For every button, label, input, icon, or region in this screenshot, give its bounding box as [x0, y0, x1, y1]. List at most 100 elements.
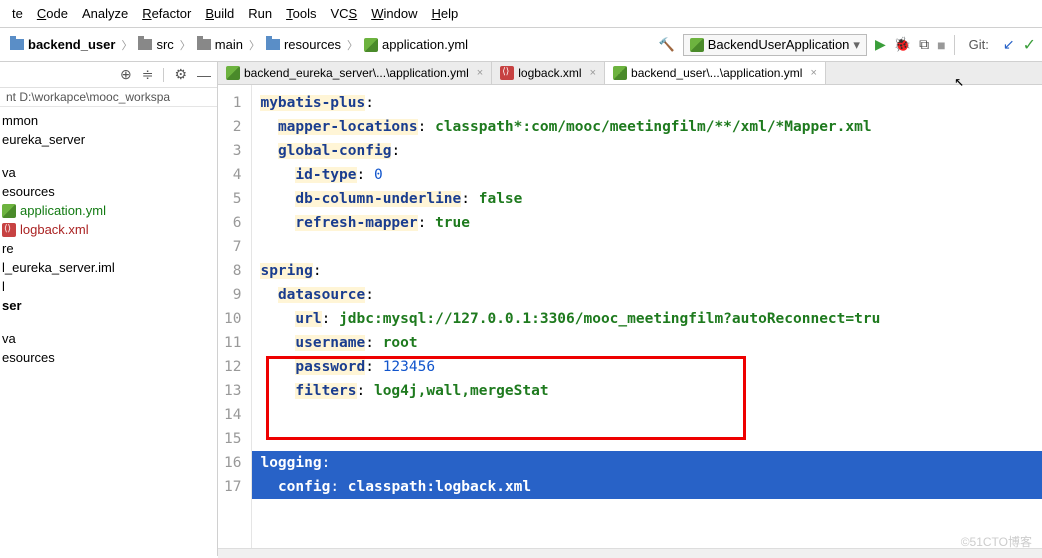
code-line-17[interactable]: config: classpath:logback.xml: [252, 475, 1042, 499]
tree-item[interactable]: re: [0, 239, 217, 258]
code-line-6[interactable]: refresh-mapper: true: [252, 211, 1042, 235]
tree-label: esources: [2, 350, 55, 365]
tree-label: re: [2, 241, 14, 256]
code-line-1[interactable]: mybatis-plus:: [252, 91, 1042, 115]
code-line-10[interactable]: url: jdbc:mysql://127.0.0.1:3306/mooc_me…: [252, 307, 1042, 331]
project-sidebar: ⊕ ≑ ⚙ — nt D:\workapce\mooc_workspa mmon…: [0, 62, 218, 556]
tree-label: esources: [2, 184, 55, 199]
menu-code[interactable]: Code: [31, 4, 74, 23]
code-line-8[interactable]: spring:: [252, 259, 1042, 283]
tab-label: logback.xml: [518, 66, 581, 80]
folder-icon: [197, 39, 211, 50]
code-area[interactable]: ↖ mybatis-plus: mapper-locations: classp…: [252, 85, 1042, 556]
tree-label: l_eureka_server.iml: [2, 260, 115, 275]
menu-tools[interactable]: Tools: [280, 4, 322, 23]
close-icon[interactable]: ×: [473, 67, 483, 79]
tree-label: eureka_server: [2, 132, 85, 147]
close-icon[interactable]: ×: [806, 67, 816, 79]
tree-label: l: [2, 279, 5, 294]
git-commit-button[interactable]: ✓: [1023, 35, 1036, 55]
code-line-11[interactable]: username: root: [252, 331, 1042, 355]
run-config-selector[interactable]: BackendUserApplication ▾: [683, 34, 867, 56]
debug-button[interactable]: 🐞: [894, 36, 911, 53]
tree-item[interactable]: l_eureka_server.iml: [0, 258, 217, 277]
menu-build[interactable]: Build: [199, 4, 240, 23]
xml-icon: [500, 66, 514, 80]
menu-analyze[interactable]: Analyze: [76, 4, 134, 23]
chevron-down-icon: ▾: [853, 37, 860, 53]
code-editor[interactable]: 1234567891011121314151617 ↖ mybatis-plus…: [218, 85, 1042, 556]
menu-help[interactable]: Help: [425, 4, 464, 23]
menu-window[interactable]: Window: [365, 4, 423, 23]
stop-button[interactable]: ■: [937, 37, 945, 53]
line-gutter: 1234567891011121314151617: [218, 85, 252, 556]
code-line-12[interactable]: password: 123456: [252, 355, 1042, 379]
tree-item[interactable]: [0, 315, 217, 329]
breadcrumb: backend_user〉src〉main〉resources〉applicat…: [6, 37, 472, 53]
collapse-icon[interactable]: ≑: [142, 66, 154, 83]
menu-te[interactable]: te: [6, 4, 29, 23]
code-line-3[interactable]: global-config:: [252, 139, 1042, 163]
tree-label: logback.xml: [20, 222, 89, 237]
git-pull-button[interactable]: ↙: [1003, 36, 1015, 53]
main-menu: teCodeAnalyzeRefactorBuildRunToolsVCSWin…: [0, 0, 1042, 28]
code-line-16[interactable]: logging:: [252, 451, 1042, 475]
spring-icon: [690, 38, 704, 52]
crumb-application.yml[interactable]: application.yml: [382, 37, 468, 52]
tree-item[interactable]: ser: [0, 296, 217, 315]
tree-item[interactable]: l: [0, 277, 217, 296]
tree-item[interactable]: application.yml: [0, 201, 217, 220]
xml-icon: [2, 223, 16, 237]
nav-toolbar: backend_user〉src〉main〉resources〉applicat…: [0, 28, 1042, 62]
code-line-2[interactable]: mapper-locations: classpath*:com/mooc/me…: [252, 115, 1042, 139]
tree-item[interactable]: esources: [0, 348, 217, 367]
tree-item[interactable]: mmon: [0, 111, 217, 130]
tree-label: va: [2, 331, 16, 346]
code-line-4[interactable]: id-type: 0: [252, 163, 1042, 187]
main-area: ⊕ ≑ ⚙ — nt D:\workapce\mooc_workspa mmon…: [0, 62, 1042, 556]
yml-icon: [2, 204, 16, 218]
menu-run[interactable]: Run: [242, 4, 278, 23]
editor-tab[interactable]: logback.xml ×: [492, 62, 605, 84]
yml-icon: [613, 66, 627, 80]
editor-tabs: backend_eureka_server\...\application.ym…: [218, 62, 1042, 85]
tree-item[interactable]: logback.xml: [0, 220, 217, 239]
crumb-src[interactable]: src: [156, 37, 173, 52]
crumb-backend_user[interactable]: backend_user: [28, 37, 115, 52]
yml-icon: [364, 38, 378, 52]
tree-item[interactable]: va: [0, 329, 217, 348]
tree-item[interactable]: esources: [0, 182, 217, 201]
code-line-15[interactable]: [252, 427, 1042, 451]
tree-label: ser: [2, 298, 22, 313]
project-path: nt D:\workapce\mooc_workspa: [0, 88, 217, 107]
close-icon[interactable]: ×: [586, 67, 596, 79]
run-button[interactable]: ▶: [875, 36, 886, 53]
coverage-button[interactable]: ⧉: [919, 36, 929, 53]
horizontal-scrollbar[interactable]: [218, 548, 1042, 558]
tree-item[interactable]: eureka_server: [0, 130, 217, 149]
gear-icon[interactable]: ⚙: [174, 66, 187, 83]
code-line-5[interactable]: db-column-underline: false: [252, 187, 1042, 211]
crumb-resources[interactable]: resources: [284, 37, 341, 52]
code-line-9[interactable]: datasource:: [252, 283, 1042, 307]
build-icon[interactable]: 🔨: [659, 37, 675, 53]
yml-icon: [226, 66, 240, 80]
target-icon[interactable]: ⊕: [120, 66, 132, 83]
git-label: Git:: [963, 37, 995, 52]
run-config-label: BackendUserApplication: [708, 37, 850, 52]
tab-label: backend_eureka_server\...\application.ym…: [244, 66, 469, 80]
tree-item[interactable]: [0, 149, 217, 163]
crumb-main[interactable]: main: [215, 37, 243, 52]
hide-icon[interactable]: —: [197, 67, 211, 83]
code-line-7[interactable]: [252, 235, 1042, 259]
tree-label: va: [2, 165, 16, 180]
code-line-13[interactable]: filters: log4j,wall,mergeStat: [252, 379, 1042, 403]
code-line-14[interactable]: [252, 403, 1042, 427]
menu-vcs[interactable]: VCS: [324, 4, 363, 23]
folder-icon: [138, 39, 152, 50]
editor-tab[interactable]: backend_user\...\application.yml×: [605, 62, 826, 84]
project-tree: mmon eureka_serverva esources application.y…: [0, 107, 217, 371]
menu-refactor[interactable]: Refactor: [136, 4, 197, 23]
editor-tab[interactable]: backend_eureka_server\...\application.ym…: [218, 62, 492, 84]
tree-item[interactable]: va: [0, 163, 217, 182]
